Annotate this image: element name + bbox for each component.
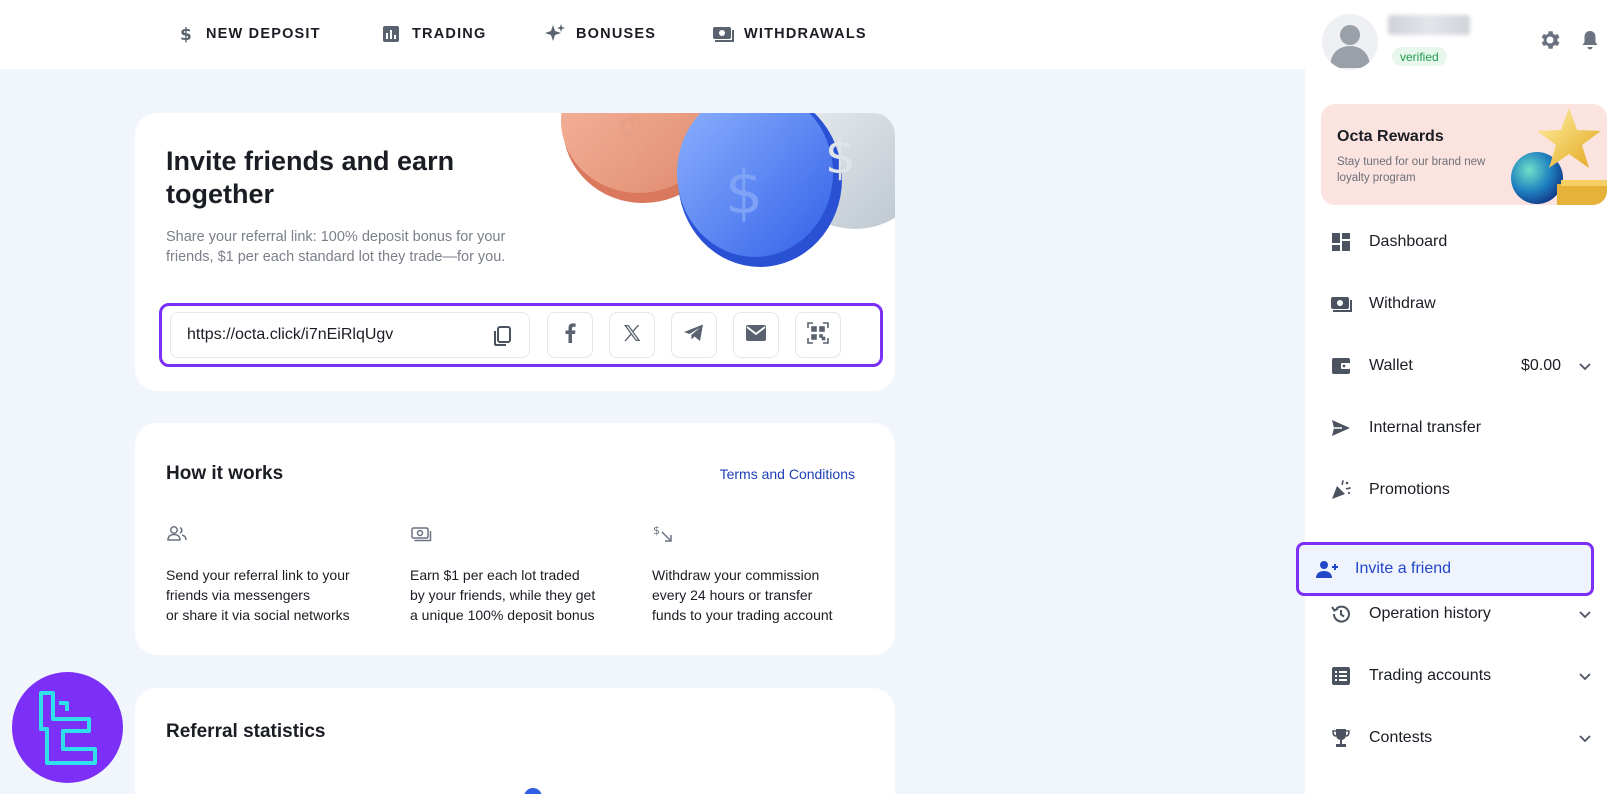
share-x-button[interactable] (609, 312, 655, 358)
how-it-works-title: How it works (166, 463, 284, 484)
stats-indicator-dot (524, 788, 542, 794)
cash-icon (712, 23, 734, 45)
step-withdraw: $ Withdraw your commission every 24 hour… (652, 523, 872, 625)
avatar[interactable] (1322, 14, 1378, 70)
svg-text:$: $ (725, 158, 763, 228)
share-email-button[interactable] (733, 312, 779, 358)
nav-new-deposit[interactable]: $ NEW DEPOSIT (174, 22, 321, 46)
right-sidebar: verified Octa Rewards Stay tuned for our… (1296, 0, 1621, 794)
sidebar-item-label: Invite a friend (1355, 560, 1452, 577)
nav-withdrawals-label: WITHDRAWALS (744, 26, 867, 42)
sidebar-item-withdraw[interactable]: Withdraw (1319, 278, 1609, 330)
facebook-icon (562, 322, 578, 348)
sidebar-item-trading-accounts[interactable]: Trading accounts (1319, 650, 1609, 702)
email-icon (745, 324, 767, 347)
chart-icon (380, 23, 402, 45)
qr-code-icon (807, 321, 829, 349)
share-telegram-button[interactable] (671, 312, 717, 358)
chevron-down-icon[interactable] (1577, 668, 1593, 684)
invite-title: Invite friends and earn together (166, 146, 455, 209)
telegram-icon (683, 323, 705, 348)
step-withdraw-text: Withdraw your commission every 24 hours … (652, 567, 833, 623)
how-it-works-card: How it works Terms and Conditions Send y… (135, 423, 895, 655)
users-icon (166, 523, 188, 545)
cash-icon (410, 523, 432, 545)
coins-illustration: $ $ $ (561, 113, 895, 267)
rewards-title: Octa Rewards (1337, 128, 1444, 145)
svg-text:$: $ (825, 129, 856, 185)
referral-statistics-card: Referral statistics (135, 688, 895, 794)
sidebar-item-operation-history[interactable]: Operation history (1319, 588, 1609, 640)
svg-text:$: $ (615, 113, 651, 167)
referral-statistics-title: Referral statistics (166, 721, 326, 742)
history-icon (1329, 602, 1353, 626)
copy-icon[interactable] (491, 325, 513, 347)
list-icon (1329, 664, 1353, 688)
username-redacted (1388, 15, 1470, 35)
sidebar-item-dashboard[interactable]: Dashboard (1319, 216, 1609, 268)
dashboard-icon (1329, 230, 1353, 254)
invite-card: Invite friends and earn together Share y… (135, 113, 895, 391)
nav-bonuses-label: BONUSES (576, 26, 657, 42)
verified-badge: verified (1392, 47, 1447, 66)
sidebar-item-label: Internal transfer (1369, 419, 1482, 436)
referral-share-box: https://octa.click/i7nEiRlqUgv (159, 303, 883, 367)
wallet-icon (1329, 354, 1353, 378)
share-facebook-button[interactable] (547, 312, 593, 358)
share-qr-code-button[interactable] (795, 312, 841, 358)
sidebar-item-label: Wallet (1369, 357, 1413, 374)
sidebar-item-label: Promotions (1369, 481, 1450, 498)
sparkle-icon (544, 23, 566, 45)
add-user-icon (1315, 557, 1339, 581)
step-earn: Earn $1 per each lot traded by your frie… (410, 523, 630, 625)
trophy-star-illustration (1511, 108, 1607, 205)
sidebar-item-contests[interactable]: Contests (1319, 712, 1609, 764)
rewards-subtitle: Stay tuned for our brand new loyalty pro… (1337, 156, 1486, 184)
step-send-link-text: Send your referral link to your friends … (166, 567, 350, 623)
nav-trading[interactable]: TRADING (380, 22, 486, 46)
svg-text:$: $ (653, 524, 660, 537)
nav-withdrawals[interactable]: WITHDRAWALS (712, 22, 867, 46)
send-icon (1329, 416, 1353, 440)
gear-icon[interactable] (1538, 28, 1562, 52)
nav-trading-label: TRADING (412, 26, 487, 42)
step-earn-text: Earn $1 per each lot traded by your frie… (410, 567, 596, 623)
dollar-icon: $ (174, 23, 196, 45)
terms-and-conditions-link[interactable]: Terms and Conditions (720, 466, 855, 482)
sidebar-item-label: Contests (1369, 729, 1433, 746)
sidebar-item-label: Operation history (1369, 605, 1491, 622)
chevron-down-icon[interactable] (1577, 358, 1593, 374)
chevron-down-icon[interactable] (1577, 606, 1593, 622)
x-icon (622, 323, 642, 348)
svg-text:$: $ (180, 25, 193, 44)
invite-subtitle: Share your referral link: 100% deposit b… (166, 229, 506, 265)
sidebar-item-label: Trading accounts (1369, 667, 1492, 684)
cash-icon (1329, 292, 1353, 316)
sidebar-item-promotions[interactable]: Promotions (1319, 464, 1609, 516)
trophy-icon (1329, 726, 1353, 750)
sidebar-item-label: Dashboard (1369, 233, 1448, 250)
octa-rewards-banner[interactable]: Octa Rewards Stay tuned for our brand ne… (1321, 104, 1607, 205)
exchange-icon: $ (652, 523, 674, 545)
nav-bonuses[interactable]: BONUSES (544, 22, 656, 46)
top-navigation: $ NEW DEPOSIT TRADING BONUSES WITHDRAWAL… (0, 0, 1305, 69)
referral-link-field[interactable]: https://octa.click/i7nEiRlqUgv (170, 312, 530, 358)
referral-link-text[interactable]: https://octa.click/i7nEiRlqUgv (187, 326, 393, 344)
sidebar-item-internal-transfer[interactable]: Internal transfer (1319, 402, 1609, 454)
bell-icon[interactable] (1578, 28, 1602, 52)
brand-watermark-logo (12, 672, 123, 783)
chevron-down-icon[interactable] (1577, 730, 1593, 746)
step-send-link: Send your referral link to your friends … (166, 523, 386, 625)
wallet-balance: $0.00 (1520, 357, 1561, 374)
sidebar-item-label: Withdraw (1369, 295, 1436, 312)
party-icon (1329, 478, 1353, 502)
sidebar-item-wallet[interactable]: Wallet $0.00 (1319, 340, 1609, 392)
nav-new-deposit-label: NEW DEPOSIT (206, 26, 321, 42)
